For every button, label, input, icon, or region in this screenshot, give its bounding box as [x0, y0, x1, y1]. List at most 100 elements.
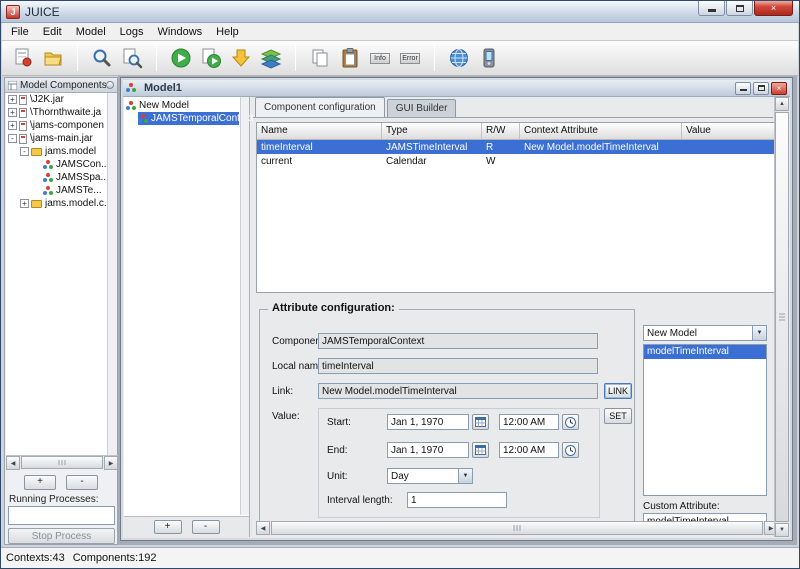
- column-rw[interactable]: R/W: [482, 123, 520, 139]
- remove-component-button[interactable]: -: [66, 475, 98, 490]
- menu-model[interactable]: Model: [69, 25, 113, 39]
- tree-panel-icon: [8, 81, 17, 90]
- scroll-thumb[interactable]: [271, 521, 763, 535]
- tree-expander[interactable]: +: [20, 199, 29, 208]
- model-add-button[interactable]: +: [154, 520, 182, 534]
- tree-item-jamste[interactable]: JAMSTe...: [6, 184, 109, 197]
- context-combobox[interactable]: New Model ▼: [643, 325, 767, 341]
- search-button[interactable]: [87, 43, 117, 73]
- scroll-down-arrow[interactable]: ▼: [775, 523, 789, 537]
- frame-maximize-button[interactable]: [753, 82, 769, 95]
- menu-logs[interactable]: Logs: [113, 25, 151, 39]
- table-row-current[interactable]: current Calendar W: [257, 154, 777, 168]
- paste-button[interactable]: [335, 43, 365, 73]
- end-date-field[interactable]: [387, 442, 469, 458]
- scroll-left-arrow[interactable]: ◀: [256, 521, 270, 535]
- export-button[interactable]: [226, 43, 256, 73]
- tab-gui-builder[interactable]: GUI Builder: [387, 99, 457, 117]
- menu-edit[interactable]: Edit: [36, 25, 69, 39]
- tree-expander[interactable]: -: [20, 147, 29, 156]
- scroll-left-arrow[interactable]: ◀: [6, 456, 20, 470]
- layers-button[interactable]: [256, 43, 286, 73]
- column-context-attribute[interactable]: Context Attribute: [520, 123, 682, 139]
- stop-process-button[interactable]: Stop Process: [8, 528, 115, 544]
- scroll-right-arrow[interactable]: ▶: [104, 456, 118, 470]
- close-button[interactable]: ×: [754, 1, 793, 16]
- menu-help[interactable]: Help: [209, 25, 246, 39]
- link-field[interactable]: [318, 383, 598, 399]
- info-log-button[interactable]: Info: [365, 43, 395, 73]
- tree-expander[interactable]: +: [8, 108, 17, 117]
- running-processes-list[interactable]: [8, 506, 115, 525]
- end-clock-button[interactable]: [562, 442, 579, 458]
- config-hscrollbar[interactable]: ◀ ▶: [256, 521, 778, 535]
- frame-minimize-button[interactable]: [735, 82, 751, 95]
- local-name-field[interactable]: [318, 358, 598, 374]
- model-tree-root[interactable]: New Model: [126, 99, 239, 112]
- run-model-button[interactable]: [166, 43, 196, 73]
- column-value[interactable]: Value: [682, 123, 777, 139]
- component-field[interactable]: [318, 333, 598, 349]
- column-name[interactable]: Name: [257, 123, 382, 139]
- tree-expander[interactable]: +: [8, 95, 17, 104]
- set-button[interactable]: SET: [604, 408, 632, 424]
- folder-icon: [31, 148, 42, 156]
- tree-expander[interactable]: -: [8, 134, 17, 143]
- minimize-button[interactable]: [698, 1, 725, 16]
- tree-item-thornthwaite[interactable]: + \Thornthwaite.ja: [6, 106, 109, 119]
- tree-item-jams-model[interactable]: - jams.model: [6, 145, 109, 158]
- maximize-button[interactable]: [726, 1, 753, 16]
- add-component-button[interactable]: +: [24, 475, 56, 490]
- component-icon: [138, 114, 148, 124]
- interval-length-field[interactable]: [407, 492, 507, 508]
- error-log-button[interactable]: Error: [395, 43, 425, 73]
- start-date-field[interactable]: [387, 414, 469, 430]
- menu-file[interactable]: File: [4, 25, 36, 39]
- new-model-button[interactable]: [8, 43, 38, 73]
- components-tree-hscrollbar[interactable]: ◀ ▶: [6, 455, 118, 469]
- model-tree-vscrollbar[interactable]: [240, 97, 249, 515]
- paste-icon: [339, 47, 361, 69]
- end-calendar-button[interactable]: [472, 442, 489, 458]
- table-row-timeinterval[interactable]: timeInterval JAMSTimeInterval R New Mode…: [257, 140, 777, 154]
- tree-expander[interactable]: +: [8, 121, 17, 130]
- copy-button[interactable]: [305, 43, 335, 73]
- model-tree-child-selected[interactable]: JAMSTemporalContext: [138, 112, 239, 125]
- end-time-field[interactable]: [499, 442, 559, 458]
- search-component-button[interactable]: [117, 43, 147, 73]
- tree-item-jams-components[interactable]: + \jams-componen: [6, 119, 109, 132]
- start-clock-button[interactable]: [562, 414, 579, 430]
- tab-component-configuration[interactable]: Component configuration: [255, 97, 385, 117]
- run-file-icon: [200, 47, 222, 69]
- model1-frame-titlebar[interactable]: Model1 ×: [123, 80, 790, 97]
- column-type[interactable]: Type: [382, 123, 482, 139]
- components-tree-vscrollbar[interactable]: [107, 93, 116, 455]
- start-calendar-button[interactable]: [472, 414, 489, 430]
- start-time-field[interactable]: [499, 414, 559, 430]
- attribute-configuration-title: Attribute configuration:: [268, 302, 399, 314]
- cell-rw: R: [482, 142, 520, 153]
- panel-toggle-button[interactable]: [106, 81, 114, 89]
- model-remove-button[interactable]: -: [192, 520, 220, 534]
- device-button[interactable]: [474, 43, 504, 73]
- tree-item-j2k[interactable]: + \J2K.jar: [6, 93, 109, 106]
- online-button[interactable]: [444, 43, 474, 73]
- tree-item-jams-model-c[interactable]: + jams.model.c...: [6, 197, 109, 210]
- maximize-icon: [758, 85, 765, 91]
- cell-context-attribute: New Model.modelTimeInterval: [520, 142, 682, 153]
- tree-item-jamsspa[interactable]: JAMSSpa...: [6, 171, 109, 184]
- unit-combobox[interactable]: Day ▼: [387, 468, 473, 484]
- open-model-button[interactable]: [38, 43, 68, 73]
- tree-item-jamscon[interactable]: JAMSCon...: [6, 158, 109, 171]
- scroll-thumb[interactable]: [21, 456, 103, 469]
- link-button[interactable]: LINK: [604, 383, 632, 399]
- run-from-file-button[interactable]: [196, 43, 226, 73]
- config-vscrollbar[interactable]: ▲ ▼: [774, 97, 789, 537]
- scroll-up-arrow[interactable]: ▲: [775, 97, 789, 111]
- scroll-thumb[interactable]: [775, 112, 789, 522]
- frame-close-button[interactable]: ×: [771, 82, 787, 95]
- tree-item-label: \jams-componen: [30, 120, 104, 131]
- attribute-list-item[interactable]: modelTimeInterval: [644, 345, 766, 359]
- menu-windows[interactable]: Windows: [151, 25, 210, 39]
- tree-item-jams-main[interactable]: - \jams-main.jar: [6, 132, 109, 145]
